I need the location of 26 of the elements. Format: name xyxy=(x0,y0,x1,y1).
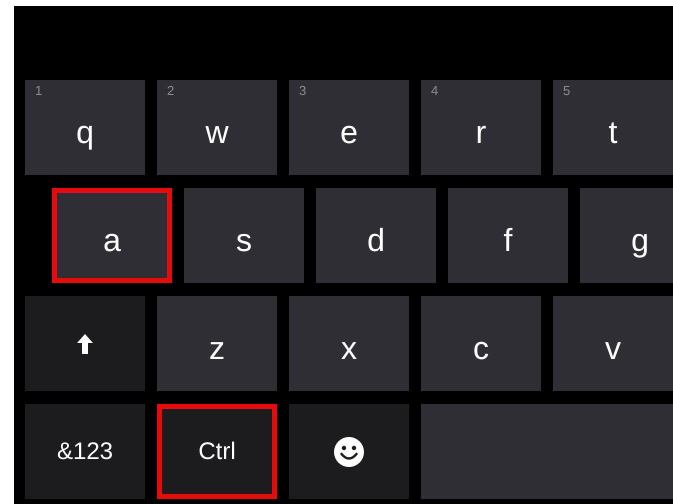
letter-key[interactable]: 3 e xyxy=(289,80,409,175)
letter-key[interactable]: g xyxy=(580,188,673,283)
number-hint: 2 xyxy=(167,84,174,97)
shift-key[interactable] xyxy=(25,296,145,391)
letter-key[interactable]: d xyxy=(316,188,436,283)
number-hint: 4 xyxy=(431,84,438,97)
letter-key[interactable]: c xyxy=(421,296,541,391)
function-key[interactable]: Ctrl xyxy=(157,404,277,499)
letter-key[interactable]: f xyxy=(448,188,568,283)
letter-key[interactable]: v xyxy=(553,296,673,391)
number-hint: 3 xyxy=(299,84,306,97)
up-arrow-icon xyxy=(76,332,94,354)
letter-key[interactable]: z xyxy=(157,296,277,391)
letter-key[interactable]: s xyxy=(184,188,304,283)
function-key[interactable]: &123 xyxy=(25,404,145,499)
letter-key[interactable]: 4 r xyxy=(421,80,541,175)
space-key[interactable] xyxy=(421,404,673,499)
letter-key[interactable]: 2 w xyxy=(157,80,277,175)
number-hint: 5 xyxy=(563,84,570,97)
smiley-icon xyxy=(333,436,365,468)
letter-key[interactable]: a xyxy=(52,188,172,283)
letter-key[interactable]: 1 q xyxy=(25,80,145,175)
number-hint: 1 xyxy=(35,84,42,97)
emoji-key[interactable] xyxy=(289,404,409,499)
letter-key[interactable]: 5 t xyxy=(553,80,673,175)
letter-key[interactable]: x xyxy=(289,296,409,391)
